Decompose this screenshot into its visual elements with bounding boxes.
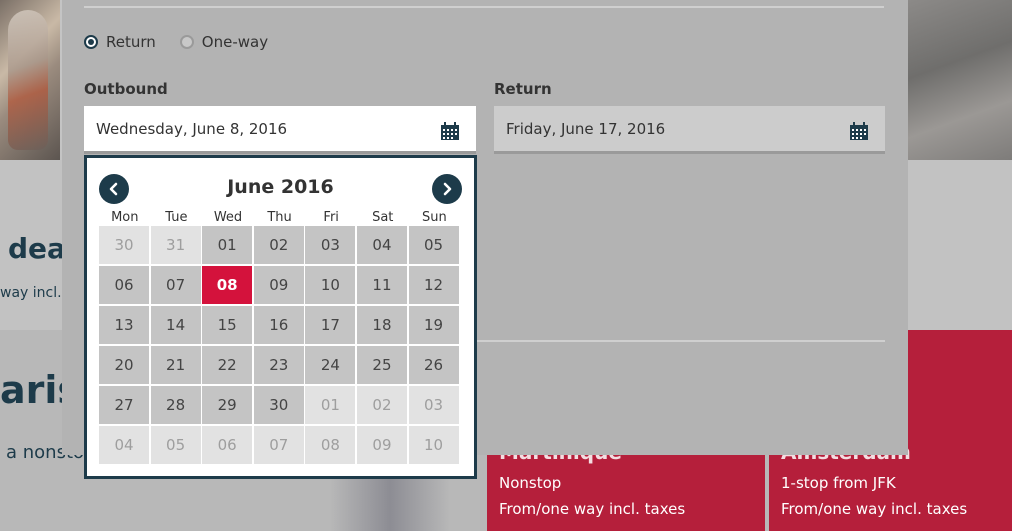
divider: [84, 6, 884, 8]
day-cell[interactable]: 23: [253, 346, 304, 384]
radio-label: One-way: [201, 33, 269, 51]
day-cell[interactable]: 09: [253, 266, 304, 304]
day-cell[interactable]: 10: [305, 266, 356, 304]
weekday-label: Sun: [421, 210, 447, 225]
outbound-datepicker: June 2016 Mon Tue Wed Thu Fri Sat Sun 30…: [84, 155, 477, 479]
day-cell-outside-month: 06: [202, 426, 253, 464]
day-cell[interactable]: 02: [253, 226, 304, 264]
hero-image-right: [908, 0, 1012, 160]
day-cell[interactable]: 24: [305, 346, 356, 384]
return-radio[interactable]: [84, 35, 98, 49]
return-label: Return: [494, 80, 552, 98]
day-cell[interactable]: 12: [408, 266, 459, 304]
day-cell-outside-month: 09: [356, 426, 407, 464]
day-cell-outside-month: 08: [305, 426, 356, 464]
day-cell[interactable]: 18: [356, 306, 407, 344]
deals-subtext: way incl.: [0, 285, 62, 301]
day-cell[interactable]: 17: [305, 306, 356, 344]
outbound-date-value: Wednesday, June 8, 2016: [96, 119, 288, 138]
day-cell[interactable]: 11: [356, 266, 407, 304]
calendar-icon[interactable]: [849, 122, 869, 145]
day-cell[interactable]: 29: [202, 386, 253, 424]
day-cell-outside-month: 05: [150, 426, 201, 464]
weekday-label: Fri: [323, 210, 339, 225]
weekday-label: Sat: [372, 210, 394, 225]
day-cell[interactable]: 15: [202, 306, 253, 344]
trip-type-return-option[interactable]: Return: [84, 33, 156, 51]
day-cell-outside-month: 03: [408, 386, 459, 424]
weekday-label: Thu: [267, 210, 292, 225]
day-cell[interactable]: 16: [253, 306, 304, 344]
day-cell-outside-month: 02: [356, 386, 407, 424]
card-route: 1-stop from JFK: [781, 474, 896, 492]
day-cell[interactable]: 03: [305, 226, 356, 264]
divider: [477, 340, 885, 342]
day-cell-outside-month: 10: [408, 426, 459, 464]
datepicker-header: June 2016: [87, 172, 474, 204]
day-cell-selected[interactable]: 08: [202, 266, 253, 304]
return-date-value: Friday, June 17, 2016: [506, 119, 666, 138]
day-cell[interactable]: 22: [202, 346, 253, 384]
day-cell[interactable]: 26: [408, 346, 459, 384]
card-price-note: From/one way incl. taxes: [781, 500, 968, 518]
day-cell-outside-month: 30: [99, 226, 149, 264]
day-cell-outside-month: 07: [253, 426, 304, 464]
calendar-icon[interactable]: [440, 122, 460, 145]
day-cell[interactable]: 07: [150, 266, 201, 304]
trip-type-radio-group: Return One-way: [84, 33, 292, 51]
day-cell[interactable]: 05: [408, 226, 459, 264]
weekday-label: Mon: [111, 210, 139, 225]
day-cell[interactable]: 01: [202, 226, 253, 264]
outbound-date-field[interactable]: Wednesday, June 8, 2016: [84, 106, 476, 154]
trip-type-oneway-option[interactable]: One-way: [179, 33, 269, 51]
weekday-label: Tue: [165, 210, 188, 225]
weekday-label: Wed: [213, 210, 243, 225]
day-cell[interactable]: 25: [356, 346, 407, 384]
day-cell[interactable]: 20: [99, 346, 149, 384]
outbound-label: Outbound: [84, 80, 168, 98]
day-cell-outside-month: 04: [99, 426, 149, 464]
background-image-fragment: [330, 470, 450, 531]
month-title: June 2016: [227, 176, 334, 198]
day-cell[interactable]: 19: [408, 306, 459, 344]
radio-label: Return: [106, 33, 156, 51]
card-price-note: From/one way incl. taxes: [499, 500, 686, 518]
day-cell-outside-month: 01: [305, 386, 356, 424]
day-cell[interactable]: 30: [253, 386, 304, 424]
one-way-radio[interactable]: [179, 35, 194, 49]
return-date-field[interactable]: Friday, June 17, 2016: [494, 106, 885, 154]
day-cell[interactable]: 06: [99, 266, 149, 304]
card-route: Nonstop: [499, 474, 562, 492]
day-cell[interactable]: 14: [150, 306, 201, 344]
next-month-button[interactable]: [432, 174, 462, 204]
day-cell[interactable]: 13: [99, 306, 149, 344]
day-cell-outside-month: 31: [150, 226, 201, 264]
chevron-right-icon: [443, 182, 452, 196]
day-cell[interactable]: 21: [150, 346, 201, 384]
day-grid: 30 31 01 02 03 04 05 06 07 08 09 10 11 12 13 14 15 16 17 18…: [99, 226, 463, 466]
deals-heading: dea: [8, 232, 66, 265]
day-cell[interactable]: 04: [356, 226, 407, 264]
day-cell[interactable]: 27: [99, 386, 149, 424]
hero-image-left: [0, 0, 60, 160]
day-cell[interactable]: 28: [150, 386, 201, 424]
weekday-header-row: Mon Tue Wed Thu Fri Sat Sun: [99, 210, 460, 225]
